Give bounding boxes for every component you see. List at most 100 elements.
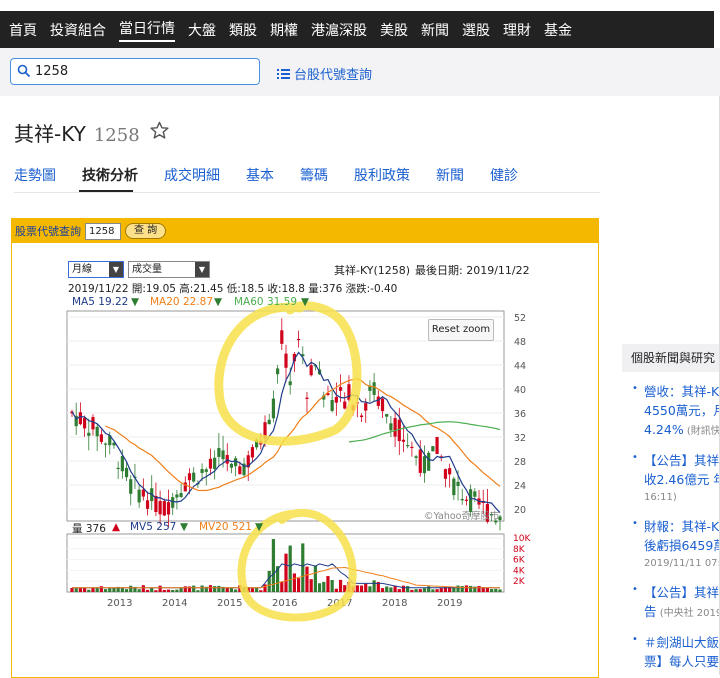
volume-bar xyxy=(427,586,431,592)
reset-zoom-button[interactable]: Reset zoom xyxy=(428,319,494,341)
down-triangle-icon: ▼ xyxy=(131,296,140,308)
volume-bar xyxy=(124,589,129,592)
news-title-line[interactable]: 票】每人只要 xyxy=(644,652,720,671)
news-title-line[interactable]: 收2.46億元 年 xyxy=(644,470,720,489)
volume-bar xyxy=(162,589,166,592)
volume-bar xyxy=(406,586,410,592)
price-tick-label: 44 xyxy=(514,361,526,372)
news-item[interactable]: • 【公告】其祥告 (中央社 2019 xyxy=(622,583,720,623)
bullet-icon: • xyxy=(632,634,638,645)
news-title-line[interactable]: 4550萬元，月 xyxy=(644,401,720,420)
news-title-line[interactable]: 4.24% (財訊快報) xyxy=(644,420,720,441)
candle-body xyxy=(95,426,99,437)
candle-body xyxy=(338,387,343,391)
candle-body xyxy=(99,434,103,442)
news-list: •營收：其祥-K4550萬元，月4.24% (財訊快報)•【公告】其祥收2.46… xyxy=(622,382,720,671)
candle-body xyxy=(280,330,284,344)
candle-body xyxy=(418,449,422,473)
news-title-text[interactable]: 後虧損6459萬 xyxy=(644,538,720,553)
volume-bar xyxy=(95,587,99,592)
volume-bar xyxy=(217,585,221,592)
candle-body xyxy=(406,445,410,447)
candle-body xyxy=(393,418,397,437)
volume-bar xyxy=(393,586,397,592)
candle-body xyxy=(330,399,334,411)
volume-bar xyxy=(431,589,435,592)
volume-bar xyxy=(263,584,267,592)
news-item[interactable]: • 財報：其祥-K 後虧損6459萬 2019/11/11 07:18 xyxy=(622,517,720,573)
volume-bar xyxy=(103,589,108,592)
bullet-icon: • xyxy=(632,518,638,529)
volume-bar xyxy=(112,587,116,592)
news-item[interactable]: • 營收：其祥-K 4550萬元，月 4.24% (財訊快報) xyxy=(622,382,720,441)
volume-bar xyxy=(108,588,112,592)
volume-bar xyxy=(154,590,158,592)
volume-bar xyxy=(317,583,322,592)
volume-bar xyxy=(485,587,490,592)
volume-bar xyxy=(208,585,213,592)
news-item[interactable]: • 【公告】其祥 收2.46億元 年 16:11) xyxy=(622,451,720,507)
volume-bar xyxy=(456,585,460,592)
volume-bar xyxy=(74,588,78,592)
news-title-text[interactable]: 收2.46億元 年 xyxy=(644,472,720,487)
candle-body xyxy=(385,413,389,417)
volume-bar xyxy=(338,579,343,592)
news-title-text[interactable]: 4550萬元，月 xyxy=(644,403,720,418)
year-tick-label: 2018 xyxy=(382,598,407,609)
volume-bar xyxy=(490,589,494,592)
news-title-line[interactable]: 財報：其祥-K xyxy=(644,517,720,536)
volume-bar xyxy=(145,589,150,592)
news-item[interactable]: • ＃劍湖山大飯票】每人只要 xyxy=(622,633,720,671)
news-title-line[interactable]: ＃劍湖山大飯 xyxy=(644,633,720,652)
candle-body xyxy=(120,456,124,472)
price-tick-label: 32 xyxy=(514,433,526,444)
down-triangle-icon: ▼ xyxy=(214,296,223,308)
period-select-value: 月線 xyxy=(72,264,92,275)
candle-body xyxy=(78,412,82,425)
volume-bar xyxy=(322,581,326,592)
volume-bar xyxy=(137,589,141,592)
candle-body xyxy=(464,499,469,501)
volume-bar xyxy=(200,585,204,592)
ohlc-summary: 2019/11/22 開:19.05 高:21.45 低:18.5 收:18.8… xyxy=(68,283,398,295)
candle-body xyxy=(87,432,91,436)
volume-bar xyxy=(229,587,234,592)
candle-body xyxy=(389,423,393,431)
news-title-text[interactable]: 票】每人只要 xyxy=(644,654,719,669)
candle-body xyxy=(145,500,150,509)
news-source: (中央社 2019 xyxy=(656,608,720,619)
candle-body xyxy=(179,493,183,497)
candle-body xyxy=(276,368,280,375)
volume-bar xyxy=(301,543,305,592)
volume-bar xyxy=(422,588,427,592)
candle-body xyxy=(452,478,456,496)
chart-title: 其祥-KY(1258) xyxy=(334,264,411,277)
volume-bar xyxy=(464,585,469,592)
volume-bar xyxy=(141,585,145,592)
news-title-line[interactable]: 【公告】其祥 xyxy=(644,583,720,602)
candle-body xyxy=(443,469,448,479)
stock-chart[interactable]: 20 24 28 32 36 40 44 48 52 2K4K6K8K10K 2013 2014 201… xyxy=(0,0,620,675)
indicator-select[interactable]: 成交量 ▼ xyxy=(128,261,210,278)
period-select[interactable]: 月線 ▼ xyxy=(68,261,124,278)
volume-bar xyxy=(175,589,179,592)
volume-bar xyxy=(183,586,187,592)
news-title-line[interactable]: 營收：其祥-K xyxy=(644,382,720,401)
news-title-line[interactable]: 【公告】其祥 xyxy=(644,451,720,470)
volume-bar xyxy=(305,566,309,592)
candle-body xyxy=(166,502,171,515)
candle-body xyxy=(309,365,313,376)
candle-body xyxy=(431,446,435,452)
candle-body xyxy=(267,419,271,425)
news-title-line[interactable]: 告 (中央社 2019 xyxy=(644,602,720,623)
news-title-text[interactable]: 4.24% xyxy=(644,422,684,437)
volume-bar xyxy=(309,579,313,592)
volume-bar xyxy=(250,588,255,592)
news-title-text[interactable]: 告 xyxy=(644,604,657,619)
candle-body xyxy=(162,501,166,516)
candle-body xyxy=(171,497,175,508)
news-title-line[interactable]: 後虧損6459萬 xyxy=(644,536,720,555)
candle-body xyxy=(410,446,414,449)
volume-bar xyxy=(414,589,418,592)
candle-body xyxy=(238,466,242,475)
